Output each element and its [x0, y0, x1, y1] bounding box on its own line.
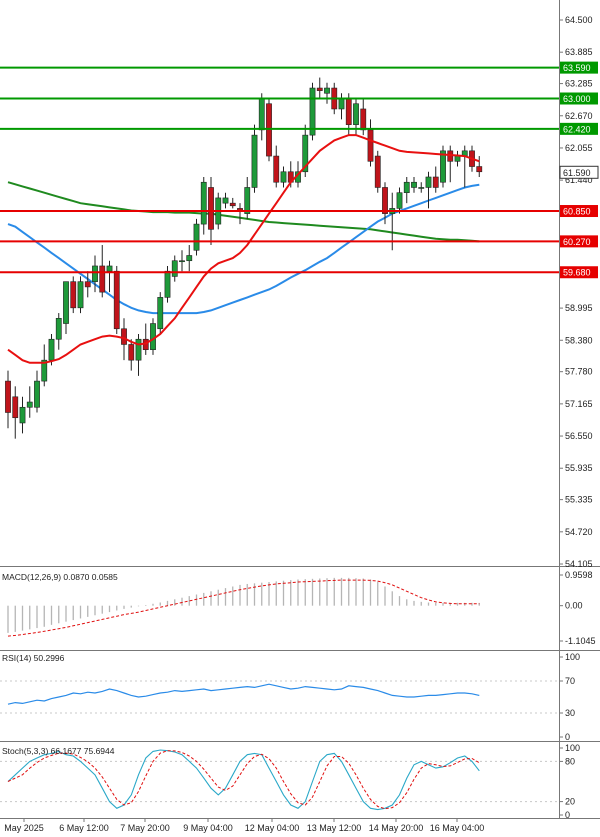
- candle: [92, 265, 98, 282]
- y-tick-label: 0: [565, 810, 570, 820]
- y-tick-label: 30: [565, 708, 575, 718]
- candle: [418, 187, 425, 189]
- y-tick-label: 20: [565, 797, 575, 807]
- candle: [316, 87, 323, 91]
- candle: [367, 129, 374, 162]
- y-tick-label: 54.105: [565, 559, 593, 569]
- candle: [382, 187, 388, 214]
- x-tick-label: 7 May 20:00: [120, 823, 170, 833]
- candle: [374, 155, 381, 188]
- y-tick-label: 70: [565, 676, 575, 686]
- candle: [324, 87, 330, 94]
- candle: [106, 265, 113, 272]
- y-tick-label: 58.380: [565, 335, 593, 345]
- y-tick-label: 55.335: [565, 495, 593, 505]
- y-tick-label: 55.935: [565, 463, 593, 473]
- candle: [280, 171, 287, 183]
- candle: [164, 270, 171, 298]
- candle: [84, 281, 91, 288]
- level-label: 60.850: [563, 207, 591, 217]
- candle: [179, 260, 185, 263]
- stoch-label: Stoch(5,3,3) 66.1677 75.6944: [2, 746, 115, 756]
- y-tick-label: 64.500: [565, 15, 593, 25]
- candle: [360, 108, 367, 131]
- level-label: 63.590: [563, 63, 591, 73]
- rsi-label: RSI(14) 50.2996: [2, 653, 65, 663]
- candle: [19, 406, 26, 424]
- candle: [99, 265, 106, 293]
- candle: [258, 98, 265, 131]
- candle: [266, 103, 272, 157]
- y-tick-label: 63.285: [565, 79, 593, 89]
- candle: [273, 155, 280, 183]
- candle: [55, 317, 62, 340]
- candle: [157, 297, 164, 330]
- macd-label: MACD(12,26,9) 0.0870 0.0585: [2, 572, 118, 582]
- y-tick-label: 80: [565, 756, 575, 766]
- candle: [200, 181, 207, 225]
- candle: [476, 166, 483, 173]
- candle: [70, 281, 77, 309]
- candle: [26, 401, 33, 408]
- level-label: 63.000: [563, 94, 591, 104]
- y-tick-label: 100: [565, 743, 580, 753]
- candle: [128, 344, 135, 361]
- candle: [338, 98, 345, 110]
- x-tick-label: 14 May 20:00: [369, 823, 424, 833]
- candle: [34, 380, 40, 408]
- y-tick-label: 100: [565, 652, 580, 662]
- y-tick-label: 57.780: [565, 367, 593, 377]
- y-tick-label: 62.670: [565, 111, 593, 121]
- candle: [171, 260, 178, 277]
- candle: [411, 181, 417, 188]
- candle: [353, 103, 359, 125]
- y-tick-label: 0.00: [565, 601, 583, 611]
- x-tick-label: 16 May 04:00: [430, 823, 485, 833]
- y-tick-label: 57.165: [565, 399, 593, 409]
- candle: [186, 255, 193, 262]
- y-tick-label: -1.1045: [565, 636, 596, 646]
- y-tick-label: 56.550: [565, 431, 593, 441]
- chart-canvas: 64.50063.88563.28562.67062.05561.44060.8…: [0, 0, 600, 837]
- candle: [432, 176, 439, 188]
- candle: [396, 192, 403, 209]
- candle: [48, 338, 55, 361]
- x-tick-label: 9 May 04:00: [183, 823, 233, 833]
- y-tick-label: 0.9598: [565, 570, 593, 580]
- candle: [208, 187, 214, 230]
- candle: [135, 338, 142, 361]
- candle: [345, 98, 352, 125]
- y-tick-label: 62.055: [565, 143, 593, 153]
- candle: [251, 134, 258, 188]
- candle: [12, 396, 19, 419]
- candle: [150, 323, 156, 350]
- candle: [425, 176, 432, 188]
- current-price-label: 61.590: [563, 168, 591, 178]
- candle: [63, 281, 69, 324]
- candle: [5, 380, 11, 413]
- candle: [454, 155, 461, 162]
- candle: [193, 223, 200, 251]
- level-label: 59.680: [563, 268, 591, 278]
- y-tick-label: 0: [565, 732, 570, 742]
- candle: [222, 197, 229, 204]
- candle: [121, 328, 127, 345]
- candle: [77, 281, 84, 309]
- x-tick-label: 12 May 04:00: [245, 823, 300, 833]
- y-tick-label: 63.885: [565, 47, 593, 57]
- x-tick-label: 6 May 12:00: [59, 823, 109, 833]
- x-tick-label: 13 May 12:00: [307, 823, 362, 833]
- y-tick-label: 54.720: [565, 527, 593, 537]
- candle: [403, 181, 410, 193]
- x-tick-label: May 2025: [4, 823, 44, 833]
- level-label: 60.270: [563, 237, 591, 247]
- y-tick-label: 58.995: [565, 303, 593, 313]
- level-label: 62.420: [563, 124, 591, 134]
- candle: [244, 187, 251, 214]
- candle: [113, 270, 120, 330]
- candle: [229, 202, 236, 207]
